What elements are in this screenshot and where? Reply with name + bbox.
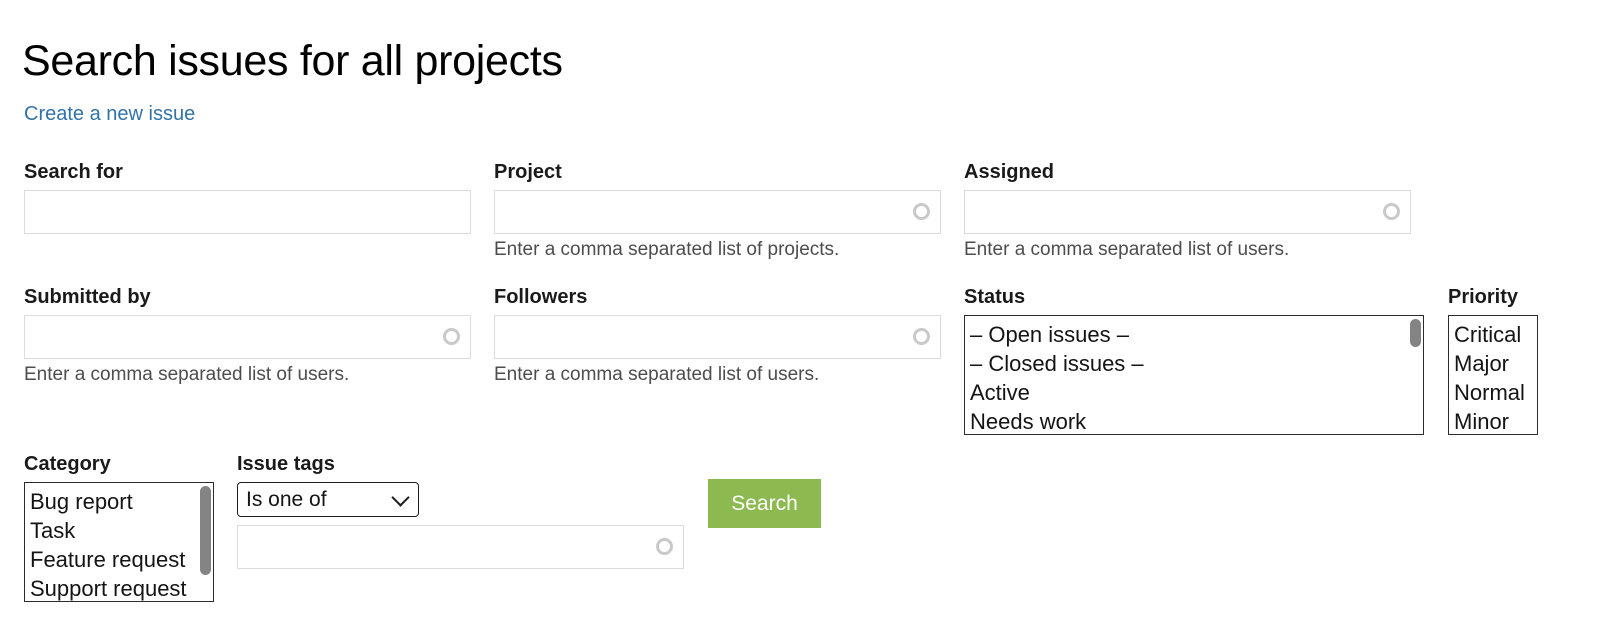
field-submitted-by: Submitted by Enter a comma separated lis…: [24, 287, 471, 386]
category-scrollbar-thumb[interactable]: [200, 486, 211, 575]
category-option[interactable]: Bug report: [25, 487, 213, 516]
followers-label: Followers: [494, 287, 941, 307]
category-listbox-wrap[interactable]: Bug report Task Feature request Support …: [24, 482, 224, 602]
followers-help-text: Enter a comma separated list of users.: [494, 365, 941, 386]
submitted-by-label: Submitted by: [24, 287, 471, 307]
field-followers: Followers Enter a comma separated list o…: [494, 287, 941, 386]
field-status: Status – Open issues – – Closed issues –…: [964, 287, 1424, 435]
assigned-label: Assigned: [964, 162, 1411, 182]
project-help-text: Enter a comma separated list of projects…: [494, 240, 941, 261]
category-label: Category: [24, 454, 224, 474]
submitted-by-help-text: Enter a comma separated list of users.: [24, 365, 471, 386]
submitted-by-input[interactable]: [25, 316, 470, 358]
search-for-label: Search for: [24, 162, 471, 182]
priority-option-list: Critical Major Normal Minor: [1449, 316, 1537, 435]
assigned-input[interactable]: [965, 191, 1410, 233]
status-option-list: – Open issues – – Closed issues – Active…: [965, 316, 1423, 435]
submitted-by-input-wrap[interactable]: [24, 315, 471, 359]
category-option[interactable]: Feature request: [25, 545, 213, 574]
project-input-wrap[interactable]: [494, 190, 941, 234]
issue-tags-label: Issue tags: [237, 454, 687, 474]
priority-option[interactable]: Minor: [1449, 407, 1537, 435]
field-assigned: Assigned Enter a comma separated list of…: [964, 162, 1411, 261]
field-priority: Priority Critical Major Normal Minor: [1448, 287, 1568, 435]
issue-tags-input-wrap[interactable]: [237, 525, 684, 569]
status-label: Status: [964, 287, 1424, 307]
search-for-input[interactable]: [25, 191, 470, 233]
field-category: Category Bug report Task Feature request…: [24, 454, 224, 602]
status-option[interactable]: – Open issues –: [965, 320, 1423, 349]
page-title: Search issues for all projects: [22, 37, 563, 86]
status-option[interactable]: Needs work: [965, 407, 1423, 435]
status-listbox[interactable]: – Open issues – – Closed issues – Active…: [964, 315, 1424, 435]
category-option[interactable]: Task: [25, 516, 213, 545]
field-search-for: Search for: [24, 162, 471, 234]
followers-input-wrap[interactable]: [494, 315, 941, 359]
search-button[interactable]: Search: [708, 479, 821, 528]
priority-listbox-wrap[interactable]: Critical Major Normal Minor: [1448, 315, 1568, 435]
issue-tags-operator-select[interactable]: Is one of: [237, 482, 419, 517]
priority-option[interactable]: Normal: [1449, 378, 1537, 407]
search-issues-page: Search issues for all projects Create a …: [0, 0, 1600, 626]
status-option[interactable]: Active: [965, 378, 1423, 407]
category-listbox[interactable]: Bug report Task Feature request Support …: [24, 482, 214, 602]
assigned-help-text: Enter a comma separated list of users.: [964, 240, 1411, 261]
status-scrollbar-thumb[interactable]: [1410, 319, 1421, 347]
issue-tags-input[interactable]: [238, 526, 683, 568]
issue-tags-operator-value: Is one of: [246, 488, 327, 512]
category-option-list: Bug report Task Feature request Support …: [25, 483, 213, 602]
field-issue-tags: Issue tags Is one of: [237, 454, 687, 569]
create-new-issue-link[interactable]: Create a new issue: [24, 103, 195, 126]
priority-option[interactable]: Critical: [1449, 320, 1537, 349]
priority-label: Priority: [1448, 287, 1568, 307]
chevron-down-icon: [394, 491, 407, 504]
priority-listbox[interactable]: Critical Major Normal Minor: [1448, 315, 1538, 435]
search-for-input-wrap[interactable]: [24, 190, 471, 234]
priority-option[interactable]: Major: [1449, 349, 1537, 378]
field-project: Project Enter a comma separated list of …: [494, 162, 941, 261]
project-label: Project: [494, 162, 941, 182]
status-listbox-wrap[interactable]: – Open issues – – Closed issues – Active…: [964, 315, 1424, 435]
status-option[interactable]: – Closed issues –: [965, 349, 1423, 378]
project-input[interactable]: [495, 191, 940, 233]
assigned-input-wrap[interactable]: [964, 190, 1411, 234]
followers-input[interactable]: [495, 316, 940, 358]
category-option[interactable]: Support request: [25, 574, 213, 602]
